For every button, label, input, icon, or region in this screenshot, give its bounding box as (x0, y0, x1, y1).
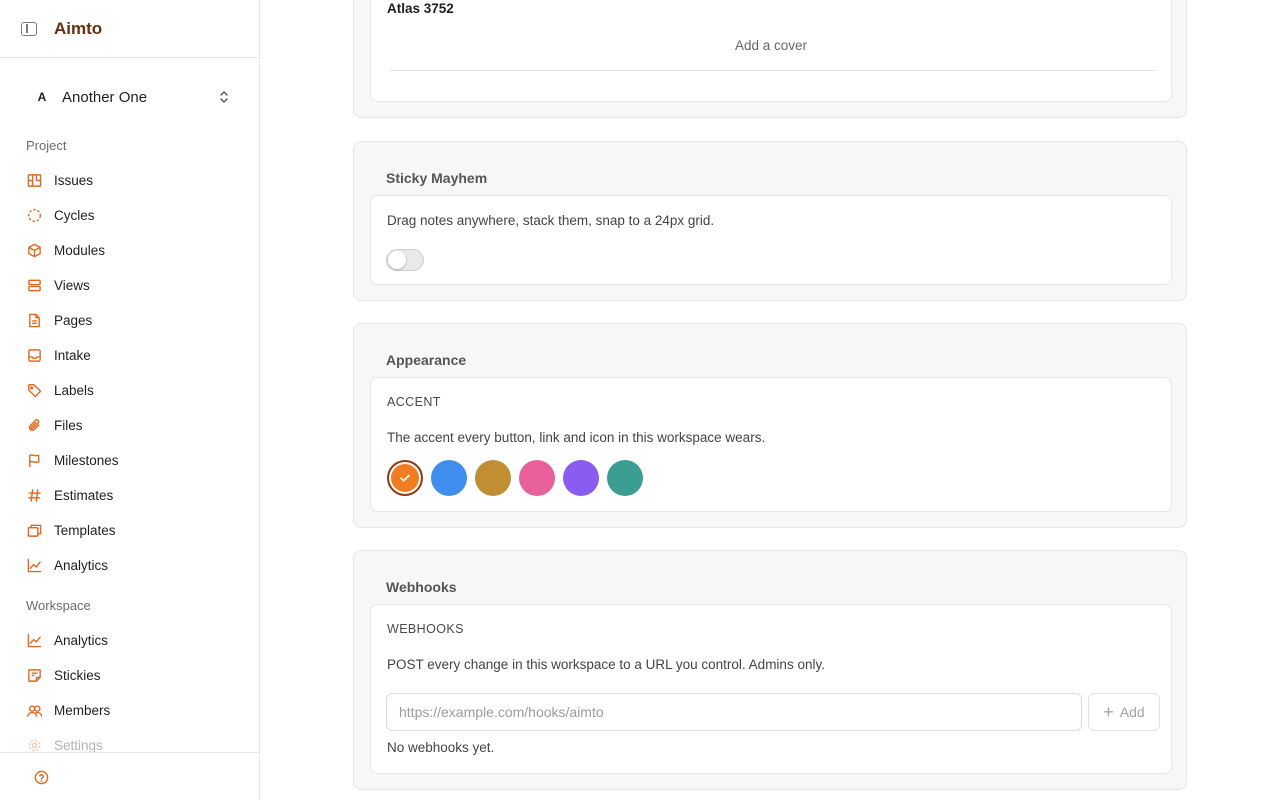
sidebar-item-stickies[interactable]: Stickies (26, 663, 236, 687)
sidebar-item-milestones[interactable]: Milestones (26, 448, 236, 472)
workspace-section-label: Workspace (26, 598, 91, 613)
sticky-note-icon (26, 667, 42, 683)
chart-icon (26, 632, 42, 648)
webhooks-title: Webhooks (386, 579, 457, 595)
workspace-cover-card: Atlas 3752 Add a cover (353, 0, 1187, 118)
accent-swatch-orange[interactable] (387, 460, 423, 496)
workspace-cover-panel: Atlas 3752 Add a cover (370, 0, 1172, 102)
chevron-up-down-icon (218, 88, 230, 106)
gear-icon (26, 737, 42, 753)
sidebar-item-label: Analytics (54, 557, 109, 573)
sidebar-item-label: Estimates (54, 487, 114, 503)
sidebar-item-labels[interactable]: Labels (26, 378, 236, 402)
webhook-url-input[interactable] (386, 693, 1082, 731)
workspace-name: Atlas 3752 (387, 1, 454, 16)
webhooks-empty-state: No webhooks yet. (387, 740, 495, 755)
sidebar-item-modules[interactable]: Modules (26, 238, 236, 262)
sidebar-item-issues[interactable]: Issues (26, 168, 236, 192)
board-icon (26, 172, 42, 188)
sidebar-item-pages[interactable]: Pages (26, 308, 236, 332)
users-icon (26, 702, 42, 718)
sidebar-item-analytics[interactable]: Analytics (26, 553, 236, 577)
appearance-title: Appearance (386, 352, 467, 368)
page-icon (26, 312, 42, 328)
add-cover-button[interactable]: Add a cover (371, 38, 1171, 53)
hash-icon (26, 487, 42, 503)
sidebar-item-label: Settings (54, 737, 103, 753)
sidebar-header: Aimto (0, 0, 259, 58)
sidebar-item-cycles[interactable]: Cycles (26, 203, 236, 227)
accent-caption: ACCENT (387, 395, 441, 409)
sidebar-item-estimates[interactable]: Estimates (26, 483, 236, 507)
sidebar-item-label: Cycles (54, 207, 95, 223)
templates-icon (26, 522, 42, 538)
appearance-card: Appearance ACCENT The accent every butto… (353, 323, 1187, 528)
sidebar-item-members[interactable]: Members (26, 698, 236, 722)
check-icon (400, 474, 410, 482)
sidebar-item-label: Analytics (54, 632, 109, 648)
webhooks-card: Webhooks WEBHOOKS POST every change in t… (353, 550, 1187, 790)
tag-icon (26, 382, 42, 398)
paperclip-icon (26, 417, 42, 433)
sidebar-item-intake[interactable]: Intake (26, 343, 236, 367)
accent-swatch-teal[interactable] (607, 460, 643, 496)
accent-swatch-pink[interactable] (519, 460, 555, 496)
webhooks-description: POST every change in this workspace to a… (387, 657, 825, 672)
sidebar-item-views[interactable]: Views (26, 273, 236, 297)
sticky-mayhem-panel: Drag notes anywhere, stack them, snap to… (370, 195, 1172, 285)
project-section-label: Project (26, 138, 67, 153)
accent-swatch-purple[interactable] (563, 460, 599, 496)
sticky-mayhem-title: Sticky Mayhem (386, 170, 488, 186)
sticky-mayhem-description: Drag notes anywhere, stack them, snap to… (387, 213, 715, 228)
sidebar-toggle-icon[interactable] (21, 21, 37, 36)
layers-icon (26, 277, 42, 293)
cycle-icon (26, 207, 42, 223)
help-icon[interactable] (34, 770, 49, 785)
sidebar-item-templates[interactable]: Templates (26, 518, 236, 542)
sidebar-item-label: Issues (54, 172, 94, 188)
settings-main: Atlas 3752 Add a cover Sticky Mayhem Dra… (260, 0, 1280, 800)
inbox-icon (26, 347, 42, 363)
sticky-mayhem-toggle[interactable] (386, 249, 424, 271)
sidebar-item-label: Templates (54, 522, 116, 538)
sidebar-item-label: Views (54, 277, 90, 293)
flag-icon (26, 452, 42, 468)
toggle-knob (388, 251, 406, 269)
webhooks-panel: WEBHOOKS POST every change in this works… (370, 604, 1172, 774)
sidebar-item-label: Stickies (54, 667, 101, 683)
accent-swatch-blue[interactable] (431, 460, 467, 496)
sidebar-item-label: Milestones (54, 452, 119, 468)
brand-name: Aimto (54, 18, 103, 38)
sidebar-item-label: Pages (54, 312, 93, 328)
add-webhook-button[interactable]: + Add (1088, 693, 1160, 731)
project-avatar: A (37, 90, 47, 104)
accent-swatches (387, 460, 651, 496)
cube-icon (26, 242, 42, 258)
accent-description: The accent every button, link and icon i… (387, 430, 766, 445)
sidebar-item-label: Modules (54, 242, 106, 258)
sidebar-item-label: Labels (54, 382, 94, 398)
cover-divider (390, 70, 1156, 71)
add-webhook-label: Add (1119, 704, 1145, 720)
sidebar-item-label: Intake (54, 347, 91, 363)
sidebar-item-files[interactable]: Files (26, 413, 236, 437)
sidebar-item-label: Files (54, 417, 83, 433)
project-switcher[interactable]: A Another One (26, 84, 236, 110)
sidebar-item-label: Members (54, 702, 111, 718)
sidebar-item-workspace-analytics[interactable]: Analytics (26, 628, 236, 652)
sticky-mayhem-card: Sticky Mayhem Drag notes anywhere, stack… (353, 141, 1187, 301)
sidebar-footer (0, 752, 259, 800)
chart-icon (26, 557, 42, 573)
appearance-panel: ACCENT The accent every button, link and… (370, 377, 1172, 512)
plus-icon: + (1103, 702, 1114, 722)
sidebar: Aimto A Another One Project Issues Cycle… (0, 0, 260, 800)
project-name: Another One (62, 88, 148, 106)
webhooks-caption: WEBHOOKS (387, 622, 464, 636)
accent-swatch-gold[interactable] (475, 460, 511, 496)
